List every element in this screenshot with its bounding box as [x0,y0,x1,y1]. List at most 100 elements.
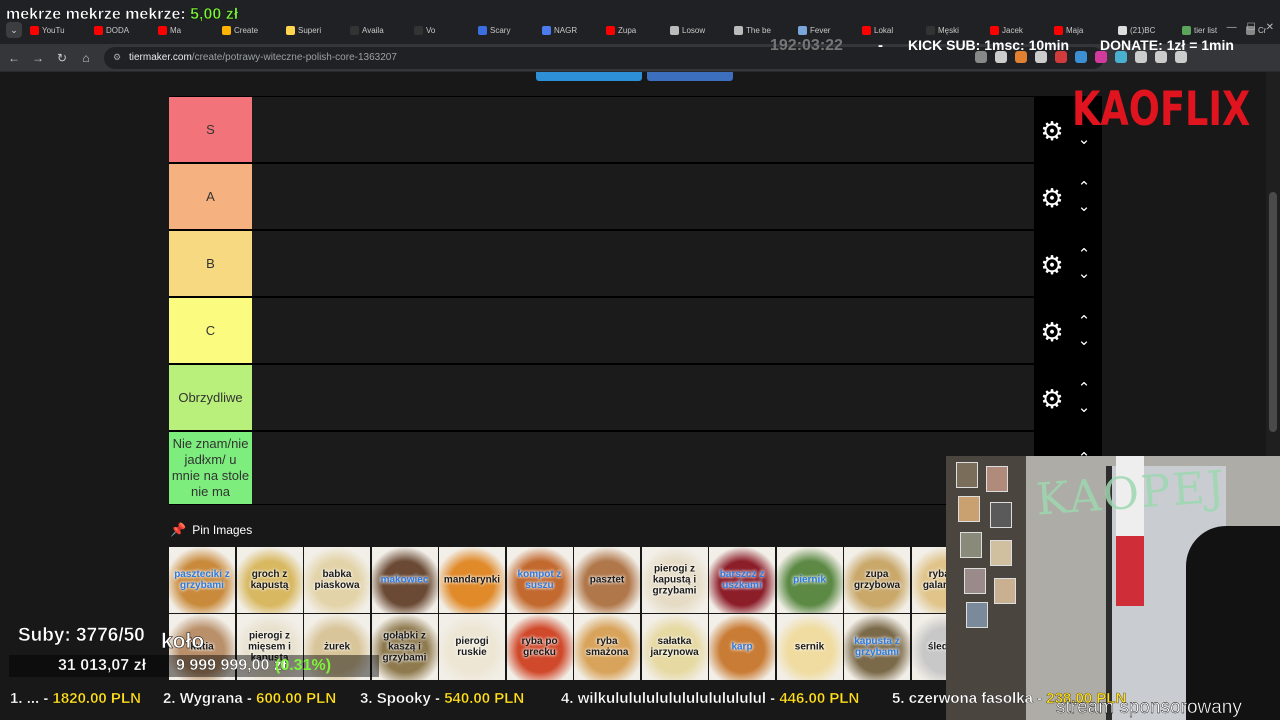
tier-drop-zone[interactable] [253,164,1034,229]
tab-search-icon[interactable]: ⌄ [6,22,22,38]
browser-tab[interactable]: Zupa [602,20,664,40]
draggable-food-image[interactable]: gołąbki z kaszą i grzybami [371,614,438,680]
tier-label[interactable]: A [169,164,252,229]
tier-label[interactable]: C [169,298,252,363]
tier-drop-zone[interactable] [253,231,1034,296]
browser-tab[interactable]: Vo [410,20,472,40]
goal-current: 31 013,07 zł [58,657,147,674]
donor-entry: 4. wilkulululululululululululul - 446.00… [561,690,860,707]
site-info-icon[interactable]: ⚙ [113,52,125,64]
draggable-food-image[interactable]: sałatka jarzynowa [641,614,708,680]
draggable-food-image[interactable]: zupa grzybowa [844,547,910,613]
draggable-food-image[interactable]: groch z kapustą [236,547,303,613]
food-image-caption: mandarynki [443,574,501,586]
tier-row: C ⚙ ⌃ ⌄ [169,297,1102,364]
tier-row: S ⚙ ⌄ [169,96,1102,163]
browser-tab[interactable]: Scary [474,20,536,40]
tab-title: Create [234,25,259,35]
draggable-food-image[interactable]: śledzie [911,614,947,680]
food-image-caption: paszteciki z grzybami [174,569,230,591]
tab-favicon-icon [222,25,231,35]
tier-label[interactable]: Nie znam/nie jadłxm/ u mnie na stole nie… [169,432,252,504]
tier-settings-gear-icon[interactable]: ⚙ [1038,385,1066,413]
food-image-caption: makowiec [380,574,429,586]
draggable-food-image[interactable]: pasztet [574,547,640,613]
pin-images-toggle[interactable]: 📌 Pin Images [170,522,252,538]
food-image-caption: ryba w galarecie [922,569,947,591]
tier-drop-zone[interactable] [253,97,1034,162]
draggable-food-image[interactable]: pierogi ruskie [439,614,505,680]
home-icon[interactable]: ⌂ [78,50,94,66]
tab-favicon-icon [670,25,679,35]
close-window-icon[interactable]: ✕ [1266,22,1274,33]
tier-label[interactable]: S [169,97,252,162]
share-button[interactable] [647,72,733,81]
tab-title: Zupa [618,25,637,35]
back-arrow-icon[interactable]: ← [6,50,22,66]
flag-red [1116,536,1144,606]
food-image-caption: ryba smażona [585,636,629,658]
wall-photo [960,532,982,558]
draggable-food-image[interactable]: kompot z suszu [506,547,573,613]
donor-entry: 3. Spooky - 540.00 PLN [360,690,525,707]
food-image-caption: kapusta z grzybami [854,636,900,658]
tier-label[interactable]: B [169,231,252,296]
pin-icon: 📌 [170,522,187,537]
wall-photo [966,602,988,628]
donor-amount: 600.00 PLN [256,690,337,707]
draggable-food-image[interactable]: makowiec [371,547,438,613]
browser-tab[interactable]: Superi [282,20,344,40]
browser-tab[interactable]: NAGR [538,20,600,40]
draggable-food-image[interactable]: babka piaskowa [304,547,370,613]
draggable-food-image[interactable]: pierogi z kapustą i grzybami [641,547,708,613]
donor-rank: 5. [892,690,905,707]
wall-photo [956,462,978,488]
draggable-food-image[interactable]: mandarynki [439,547,505,613]
draggable-food-image[interactable]: karp [709,614,775,680]
move-tier-up-icon[interactable]: ⌃ [1074,180,1094,195]
draggable-food-image[interactable]: piernik [776,547,843,613]
scrollbar-thumb[interactable] [1269,192,1277,432]
tier-settings-gear-icon[interactable]: ⚙ [1038,318,1066,346]
tier-controls: ⚙ ⌃ ⌄ [1034,298,1102,363]
move-tier-down-icon[interactable]: ⌄ [1074,199,1094,214]
donor-entry: 1. ... - 1820.00 PLN [10,690,141,707]
draggable-food-image[interactable]: ryba smażona [574,614,640,680]
move-tier-down-icon[interactable]: ⌄ [1074,333,1094,348]
tier-drop-zone[interactable] [253,365,1034,430]
tab-favicon-icon [414,25,423,35]
tier-label[interactable]: Obrzydliwe [169,365,252,430]
donor-amount: 540.00 PLN [444,690,525,707]
browser-tab[interactable]: Losow [666,20,728,40]
tab-favicon-icon [286,25,295,35]
move-tier-up-icon[interactable]: ⌃ [1074,381,1094,396]
tab-favicon-icon [30,25,39,35]
move-tier-up-icon[interactable]: ⌃ [1074,314,1094,329]
tier-settings-gear-icon[interactable]: ⚙ [1038,184,1066,212]
reload-icon[interactable]: ↻ [54,50,70,66]
draggable-food-image[interactable]: kapusta z grzybami [844,614,910,680]
forward-arrow-icon[interactable]: → [30,50,46,66]
draggable-food-image[interactable]: ryba w galarecie [911,547,947,613]
move-tier-down-icon[interactable]: ⌄ [1074,266,1094,281]
tier-controls: ⚙ ⌃ ⌄ [1034,365,1102,430]
save-download-button[interactable] [536,72,642,81]
donor-rank: 3. [360,690,373,707]
donor-rank: 2. [163,690,176,707]
food-image-caption: groch z kapustą [250,569,289,591]
tier-drop-zone[interactable] [253,432,1034,504]
draggable-food-image[interactable]: paszteciki z grzybami [169,547,235,613]
food-image-caption: sałatka jarzynowa [650,636,699,658]
tier-settings-gear-icon[interactable]: ⚙ [1038,117,1066,145]
goal-percent: (0.31%) [275,657,332,674]
move-tier-down-icon[interactable]: ⌄ [1074,400,1094,415]
draggable-food-image[interactable]: ryba po grecku [506,614,573,680]
draggable-food-image[interactable]: barszcz z uszkami [709,547,775,613]
draggable-food-image[interactable]: sernik [776,614,843,680]
tier-drop-zone[interactable] [253,298,1034,363]
browser-tab[interactable]: Availa [346,20,408,40]
move-tier-up-icon[interactable]: ⌃ [1074,247,1094,262]
tier-settings-gear-icon[interactable]: ⚙ [1038,251,1066,279]
donor-amount: 1820.00 PLN [52,690,141,707]
tab-favicon-icon [158,25,167,35]
